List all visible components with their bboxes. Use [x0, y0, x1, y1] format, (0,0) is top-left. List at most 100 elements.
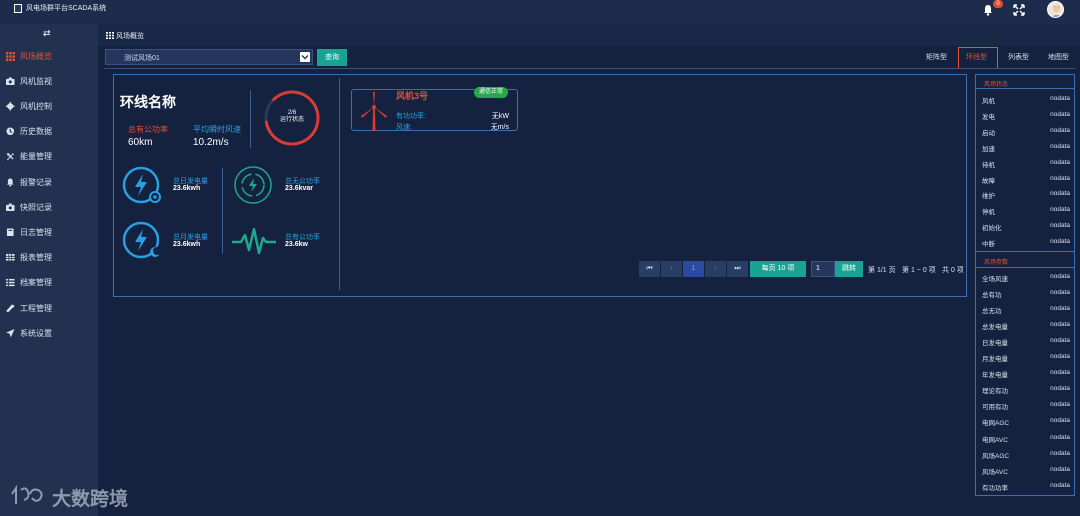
info-value: nodata [1050, 401, 1070, 409]
query-button[interactable]: 查询 [317, 49, 347, 66]
jump-button[interactable]: 跳转 [835, 261, 863, 277]
turbine-icon [361, 92, 387, 131]
wind-label: 风速: [396, 124, 412, 131]
info-value: nodata [1050, 95, 1070, 102]
wind-speed-value: 10.2m/s [193, 137, 229, 148]
info-label: 停机 [982, 209, 995, 217]
sidebar-toggle-icon[interactable]: ⇄ [43, 28, 55, 38]
info-row: 维护 nodata [982, 190, 1070, 202]
wind-speed-label: 平均瞬时风速 [193, 125, 241, 134]
info-row: 电网AGC nodata [982, 417, 1070, 429]
sidebar-item[interactable]: 风机监视 [0, 69, 98, 93]
app-logo [14, 4, 22, 13]
stat-value: 23.6kw [285, 241, 308, 248]
stat-value: 23.6kwh [173, 185, 201, 192]
sidebar-item-label: 报表管理 [20, 253, 52, 263]
gauge-caption: 运行状态 [279, 117, 304, 123]
sidebar-item-label: 工程管理 [20, 303, 52, 313]
params-title: 风场参数 [984, 260, 1009, 266]
info-label: 加速 [982, 145, 995, 153]
bell-icon[interactable] [982, 4, 994, 16]
page-jump-input[interactable]: 1 [811, 261, 835, 277]
info-label: 初始化 [982, 225, 1002, 233]
bell-icon [6, 177, 14, 187]
grid-icon [6, 51, 15, 61]
chevron-down-icon[interactable] [300, 52, 310, 62]
status-title: 风场状态 [984, 82, 1009, 88]
info-label: 可用有功 [982, 404, 1008, 412]
info-row: 月发电量 nodata [982, 353, 1070, 365]
top-bar: 风电场群平台SCADA系统 [0, 0, 1080, 24]
info-value: nodata [1050, 142, 1070, 150]
watermark-text: 大数跨境 [52, 489, 129, 510]
info-value: nodata [1050, 190, 1070, 198]
page-button[interactable]: 1 [683, 261, 704, 277]
tab-matrix[interactable]: 矩阵型 [926, 52, 947, 62]
tools-icon [6, 153, 15, 161]
info-value: nodata [1050, 321, 1070, 329]
info-value: nodata [1050, 238, 1070, 246]
info-label: 故障 [982, 177, 995, 185]
info-row: 加速 nodata [982, 143, 1070, 155]
info-row: 停机 nodata [982, 206, 1070, 218]
sidebar-item-label: 快照记录 [20, 202, 52, 212]
divider [250, 90, 251, 148]
first-page-button[interactable]: ⏮ [639, 261, 660, 277]
avatar[interactable] [1047, 1, 1064, 18]
clock-icon [6, 127, 15, 136]
stat-value: 23.6kvar [285, 185, 314, 192]
info-value: nodata [1050, 289, 1070, 297]
info-label: 日发电量 [982, 340, 1008, 348]
sidebar-item-label: 风机监视 [20, 76, 52, 86]
info-value: nodata [1050, 481, 1070, 489]
info-value: nodata [1050, 465, 1070, 473]
sidebar-item[interactable]: 风机控制 [0, 94, 98, 118]
info-value: nodata [1050, 449, 1070, 457]
sidebar-item[interactable]: 日志管理 [0, 220, 98, 244]
info-value: nodata [1050, 206, 1070, 214]
info-value: nodata [1050, 305, 1070, 313]
info-row: 电网AVC nodata [982, 434, 1070, 446]
sidebar-item[interactable]: 工程管理 [0, 296, 98, 320]
watermark-logo [11, 484, 43, 504]
info-value: nodata [1050, 337, 1070, 345]
info-value: nodata [1050, 353, 1070, 361]
tab-ring[interactable]: 环线型 [966, 52, 987, 62]
fullscreen-icon[interactable] [1013, 4, 1025, 16]
sidebar-item[interactable]: 档案管理 [0, 271, 98, 295]
gauge-label: 2/6 运行状态 [268, 110, 316, 124]
last-page-button[interactable]: ⏭ [727, 261, 748, 277]
sidebar-item-label: 能量管理 [20, 152, 52, 162]
info-value: nodata [1050, 273, 1070, 280]
info-label: 发电 [982, 113, 995, 121]
power-value: 无kW [491, 113, 509, 120]
info-row: 总有功 nodata [982, 289, 1070, 301]
tab-map[interactable]: 地图型 [1048, 52, 1069, 62]
next-page-button[interactable]: › [705, 261, 726, 277]
prev-page-button[interactable]: ‹ [661, 261, 682, 277]
sidebar-item[interactable]: 系统设置 [0, 321, 98, 345]
sidebar-item[interactable]: 快照记录 [0, 195, 98, 219]
info-label: 总无功 [982, 308, 1002, 316]
farm-select-value: 测试风场01 [124, 55, 160, 62]
info-label: 全场风速 [982, 276, 1008, 283]
pulse-icon [232, 227, 276, 255]
sidebar-item-label: 日志管理 [20, 227, 52, 237]
per-page-select[interactable]: 每页 10 项 [750, 261, 806, 277]
info-row: 理论有功 nodata [982, 385, 1070, 397]
info-row: 风场AGC nodata [982, 450, 1070, 462]
info-row: 总无功 nodata [982, 305, 1070, 317]
tab-list[interactable]: 列表型 [1008, 52, 1029, 62]
sidebar-item[interactable]: 风场概览 [0, 44, 98, 68]
sidebar-item[interactable]: 报表管理 [0, 246, 98, 270]
sidebar-item[interactable]: 能量管理 [0, 145, 98, 169]
sidebar-item[interactable]: 历史数据 [0, 120, 98, 144]
active-power-value: 60km [128, 137, 153, 148]
sidebar-item[interactable]: 报警记录 [0, 170, 98, 194]
recycle-lightning-icon [234, 166, 272, 204]
info-row: 年发电量 nodata [982, 369, 1070, 381]
page-info: 第 1/1 页 [868, 267, 896, 274]
lightning-icon [122, 166, 161, 204]
info-label: 年发电量 [982, 372, 1008, 380]
wrench-icon [6, 304, 15, 312]
